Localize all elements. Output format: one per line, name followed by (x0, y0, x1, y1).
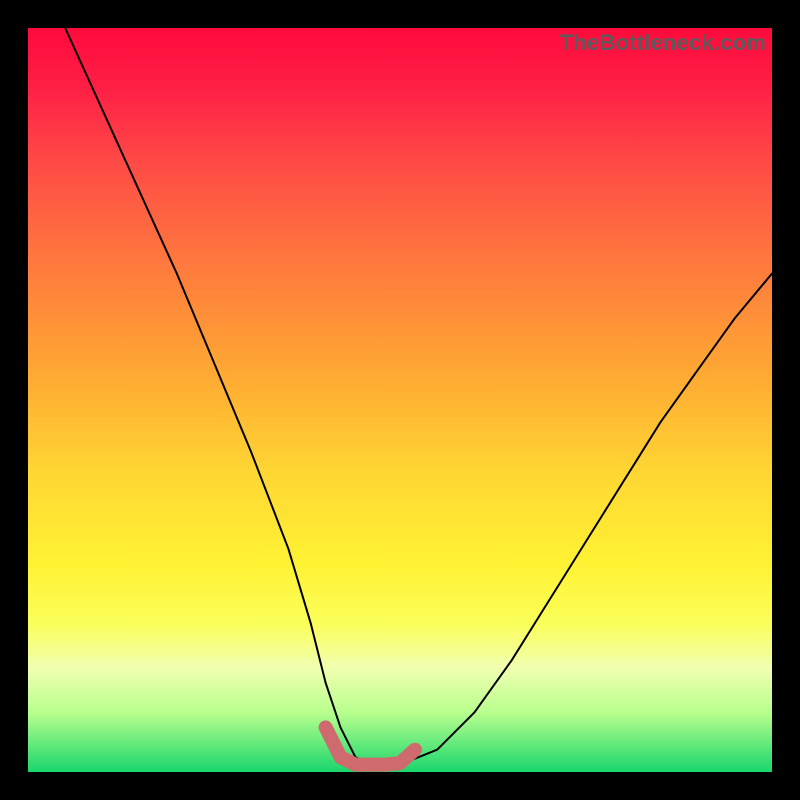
watermark-text: TheBottleneck.com (560, 30, 766, 56)
optimal-highlight-path (326, 727, 415, 764)
bottleneck-curve-svg (28, 28, 772, 772)
plot-area (28, 28, 772, 772)
bottleneck-curve-path (65, 28, 772, 765)
chart-frame: TheBottleneck.com (0, 0, 800, 800)
